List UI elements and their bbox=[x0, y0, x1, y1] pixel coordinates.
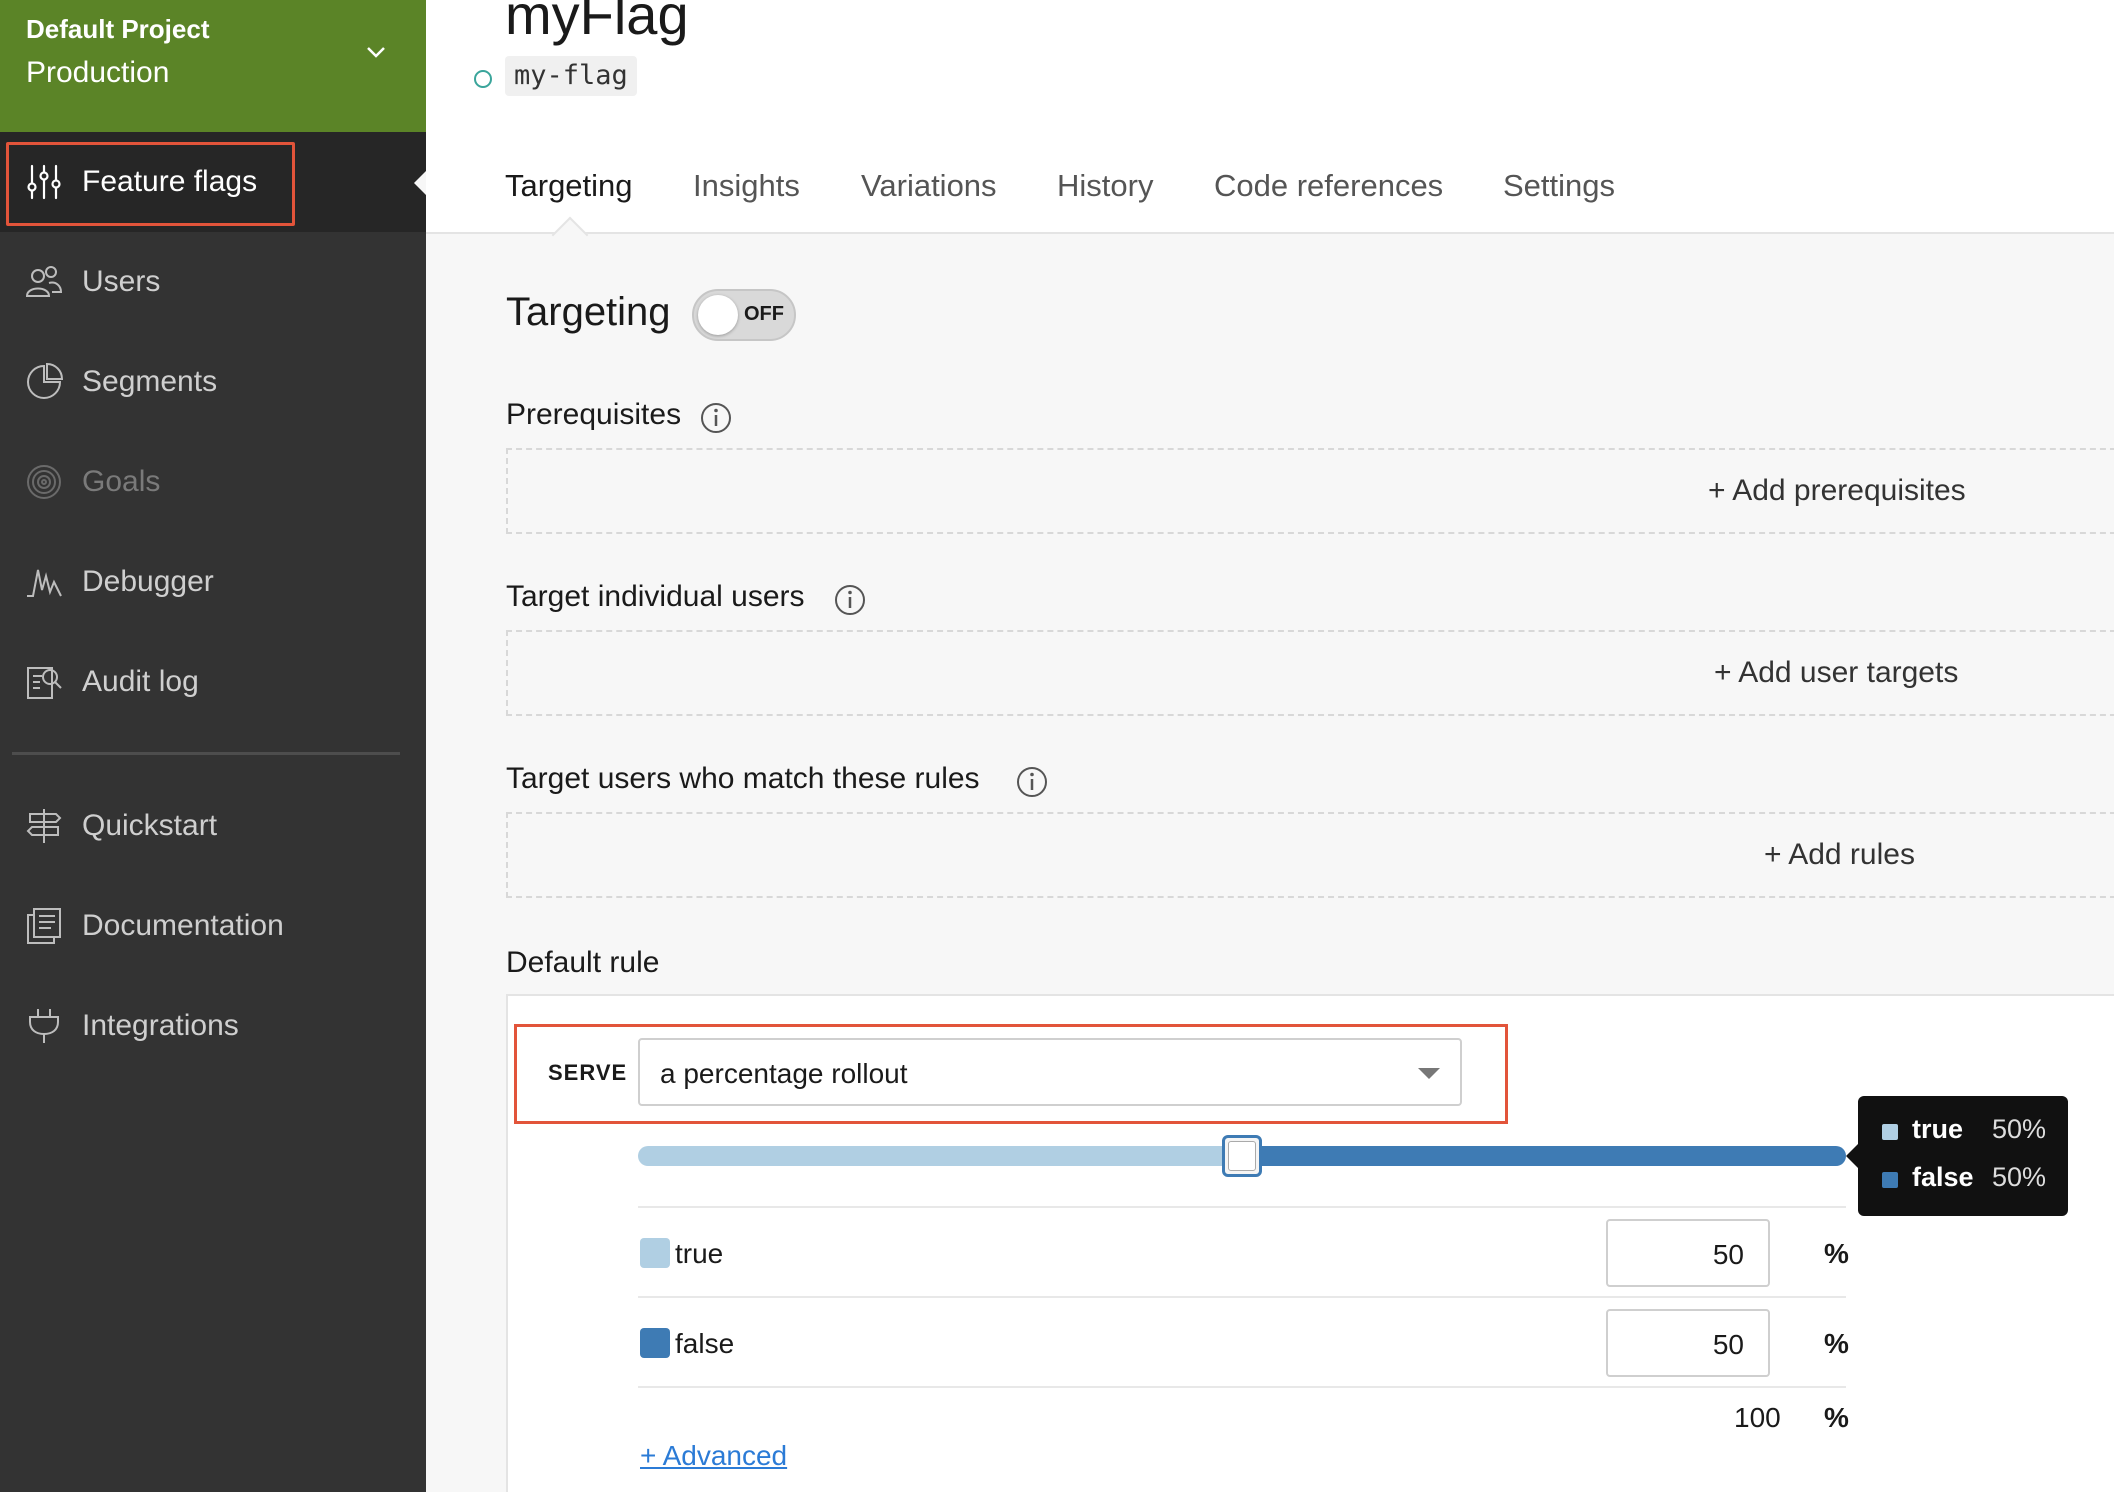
sidebar-item-label: Debugger bbox=[82, 565, 214, 598]
info-icon[interactable] bbox=[1016, 766, 1048, 798]
percent-sign: % bbox=[1824, 1328, 1849, 1359]
serve-select-value: a percentage rollout bbox=[660, 1058, 908, 1089]
sidebar-item-debugger[interactable]: Debugger bbox=[0, 542, 426, 622]
toggle-state: OFF bbox=[744, 303, 784, 325]
tab-settings[interactable]: Settings bbox=[1503, 168, 1615, 204]
tab-variations[interactable]: Variations bbox=[861, 168, 997, 204]
serve-select[interactable]: a percentage rollout bbox=[638, 1038, 1462, 1106]
slider-handle-grip bbox=[1228, 1141, 1256, 1171]
highlight-outline bbox=[6, 142, 295, 226]
sidebar-item-goals[interactable]: Goals bbox=[0, 442, 426, 522]
prerequisites-title: Prerequisites bbox=[506, 398, 682, 431]
divider bbox=[638, 1206, 1846, 1208]
percent-input-value: 50 bbox=[1712, 1239, 1744, 1270]
sidebar-item-label: Integrations bbox=[82, 1009, 239, 1042]
targeting-toggle[interactable]: OFF bbox=[692, 289, 796, 341]
caret-down-icon bbox=[1418, 1068, 1440, 1079]
tab-targeting[interactable]: Targeting bbox=[505, 168, 633, 204]
sidebar-item-segments[interactable]: Segments bbox=[0, 342, 426, 422]
status-dot-icon bbox=[474, 70, 492, 88]
variation-label: false bbox=[675, 1328, 735, 1359]
tooltip-name: true bbox=[1912, 1114, 1964, 1144]
percent-input-false[interactable]: 50 bbox=[1606, 1309, 1770, 1377]
divider bbox=[638, 1386, 1846, 1388]
users-icon bbox=[25, 266, 63, 297]
pie-chart-icon bbox=[27, 362, 64, 399]
sidebar-item-integrations[interactable]: Integrations bbox=[0, 986, 426, 1066]
docs-icon bbox=[27, 908, 61, 944]
tab-code-references[interactable]: Code references bbox=[1214, 168, 1443, 204]
add-user-targets-button[interactable]: + Add user targets bbox=[1714, 656, 1958, 690]
variation-swatch-false bbox=[640, 1328, 670, 1358]
sidebar-item-label: Quickstart bbox=[82, 809, 218, 842]
sidebar: Default Project Production Feature flags… bbox=[0, 0, 427, 1492]
project-switcher[interactable]: Default Project Production bbox=[0, 0, 426, 132]
percent-total: 100 bbox=[1734, 1402, 1781, 1433]
rollout-slider-track-true[interactable] bbox=[638, 1146, 1242, 1166]
tooltip-value: 50% bbox=[1992, 1114, 2047, 1144]
sidebar-item-label: Audit log bbox=[82, 665, 199, 698]
sidebar-item-audit-log[interactable]: Audit log bbox=[0, 642, 426, 722]
advanced-link[interactable]: + Advanced bbox=[640, 1440, 787, 1472]
project-name: Default Project bbox=[26, 14, 210, 44]
flag-title: myFlag bbox=[505, 0, 689, 46]
sidebar-item-quickstart[interactable]: Quickstart bbox=[0, 786, 426, 866]
tab-history[interactable]: History bbox=[1057, 168, 1153, 204]
add-prerequisites-button[interactable]: + Add prerequisites bbox=[1708, 474, 1966, 508]
info-icon[interactable] bbox=[834, 584, 866, 616]
add-rules-button[interactable]: + Add rules bbox=[1764, 838, 1915, 872]
divider bbox=[638, 1296, 1846, 1298]
target-rules-title: Target users who match these rules bbox=[506, 762, 980, 795]
rollout-tooltip: true 50% false 50% bbox=[1858, 1096, 2068, 1216]
sidebar-item-label: Documentation bbox=[82, 909, 284, 942]
signpost-icon bbox=[26, 809, 62, 843]
tooltip-arrow bbox=[1846, 1144, 1858, 1168]
default-rule-title: Default rule bbox=[506, 946, 660, 979]
targeting-title: Targeting bbox=[506, 290, 671, 334]
chevron-down-icon bbox=[367, 47, 385, 58]
plug-icon bbox=[29, 1009, 59, 1043]
sidebar-divider bbox=[12, 752, 400, 755]
sidebar-item-users[interactable]: Users bbox=[0, 242, 426, 322]
target-icon bbox=[27, 465, 61, 499]
tab-insights[interactable]: Insights bbox=[693, 168, 800, 204]
flag-key: my-flag bbox=[505, 56, 637, 96]
variation-swatch-true bbox=[640, 1238, 670, 1268]
target-individual-title: Target individual users bbox=[506, 580, 805, 613]
variation-label: true bbox=[675, 1238, 724, 1269]
percent-sign: % bbox=[1824, 1402, 1849, 1433]
environment-name: Production bbox=[26, 56, 170, 89]
tooltip-name: false bbox=[1912, 1162, 1974, 1192]
rollout-slider-handle[interactable] bbox=[1222, 1135, 1262, 1177]
sidebar-item-documentation[interactable]: Documentation bbox=[0, 886, 426, 966]
percent-sign: % bbox=[1824, 1238, 1849, 1269]
rollout-slider-track-false[interactable] bbox=[1242, 1146, 1846, 1166]
tooltip-swatch bbox=[1882, 1124, 1898, 1140]
percent-input-value: 50 bbox=[1712, 1329, 1744, 1360]
tooltip-value: 50% bbox=[1992, 1162, 2047, 1192]
toggle-knob bbox=[698, 295, 738, 335]
percent-input-true[interactable]: 50 bbox=[1606, 1219, 1770, 1287]
activity-icon bbox=[27, 569, 62, 597]
tooltip-swatch bbox=[1882, 1172, 1898, 1188]
sidebar-item-label: Segments bbox=[82, 365, 218, 398]
sidebar-item-label: Goals bbox=[82, 465, 161, 498]
serve-label: SERVE bbox=[548, 1060, 628, 1085]
sidebar-item-label: Users bbox=[82, 265, 161, 298]
document-search-icon bbox=[27, 667, 62, 699]
info-icon[interactable] bbox=[700, 402, 732, 434]
